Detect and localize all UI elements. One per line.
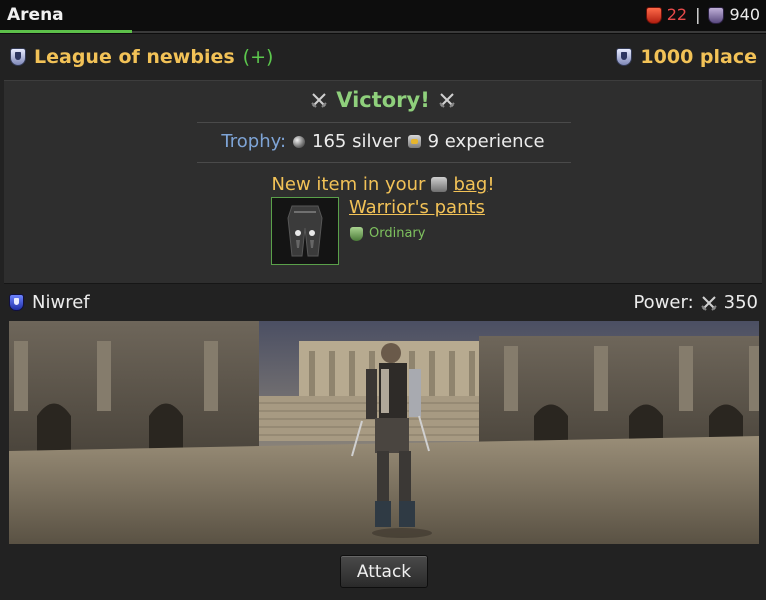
opponent-power-group: Power: 350 [633,292,758,313]
player-stats: 22 | 940 [645,5,760,24]
league-place-group: 1000 place [616,46,757,68]
place-shield-icon [616,48,633,66]
pants-item-icon [272,198,338,264]
opponent-row: Niwref Power: 350 [0,290,766,318]
stat-separator: | [695,5,701,24]
attack-button[interactable]: Attack [340,555,428,588]
crossed-swords-icon [311,93,327,108]
league-place: 1000 place [640,46,757,68]
bag-icon [431,177,448,192]
crossed-swords-icon [700,295,717,311]
new-item-line: New item in your bag! [0,174,766,195]
rarity-shield-icon [350,226,363,241]
opponent-name-group: Niwref [9,292,90,313]
divider [197,162,571,163]
red-badge-icon [645,7,662,24]
trophy-label: Trophy: [221,131,287,152]
opponent-shield-icon [9,294,24,311]
victory-heading: Victory! [0,88,766,112]
arena-scene-image [9,321,759,544]
top-bar: Arena 22 | 940 [0,0,766,34]
divider [197,122,571,123]
item-name-link[interactable]: Warrior's pants [349,197,485,218]
power-label: Power: [633,292,694,313]
new-item-suffix: ! [487,174,495,195]
page-title: Arena [7,5,64,25]
league-name: League of newbies [34,46,235,68]
opponent-name[interactable]: Niwref [32,292,90,313]
league-plus-link[interactable]: (+) [243,46,274,68]
item-thumbnail[interactable] [271,197,339,265]
trophy-line: Trophy: 165 silver 9 experience [0,131,766,152]
item-rarity: Ordinary [350,226,425,241]
league-name-group: League of newbies (+) [10,46,273,68]
crossed-swords-icon [439,93,455,108]
league-row: League of newbies (+) 1000 place [0,39,766,77]
purple-stat-value: 940 [729,5,760,24]
item-rarity-label: Ordinary [369,226,426,241]
victory-text: Victory! [336,88,430,112]
red-stat-value: 22 [666,5,688,24]
power-value: 350 [723,292,758,313]
arena-illustration [9,321,759,544]
silver-coin-icon [293,135,306,148]
new-item-prefix: New item in your [271,174,426,195]
active-tab-indicator [0,30,132,33]
bag-link[interactable]: bag [453,174,487,195]
league-shield-icon [10,48,26,66]
tab-divider [132,31,766,33]
experience-icon [407,135,421,148]
trophy-experience: 9 experience [427,131,545,152]
purple-shield-icon [708,7,725,24]
trophy-silver: 165 silver [312,131,401,152]
